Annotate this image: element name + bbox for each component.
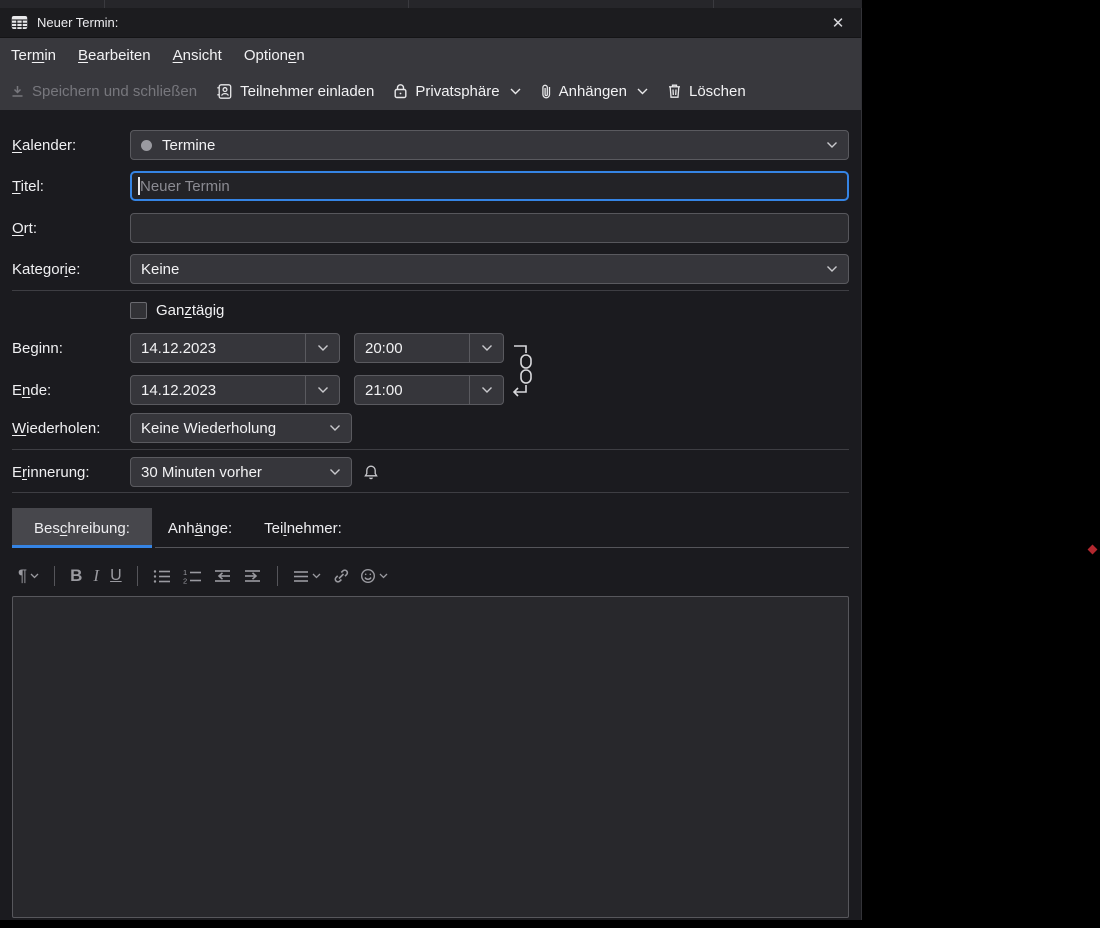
start-row: Beginn: 14.12.2023 20:00 — [12, 333, 849, 363]
outdent-icon[interactable] — [213, 569, 232, 583]
menu-optionen[interactable]: Optionen — [233, 38, 316, 72]
tab-baseline — [155, 547, 849, 548]
calendar-select[interactable]: Termine — [130, 130, 849, 160]
indent-icon[interactable] — [243, 569, 262, 583]
red-marker-dot — [1088, 545, 1098, 555]
category-label: Kategorie: — [12, 261, 130, 278]
background-tab-divider — [104, 0, 105, 8]
delete-button[interactable]: Löschen — [667, 83, 746, 100]
attach-button[interactable]: Anhängen — [540, 83, 648, 100]
location-input[interactable] — [130, 213, 849, 243]
paperclip-icon — [540, 83, 552, 100]
save-close-button[interactable]: Speichern und schließen — [10, 83, 197, 100]
end-date-picker[interactable]: 14.12.2023 — [130, 375, 340, 405]
chevron-down-icon[interactable] — [305, 376, 339, 404]
chevron-down-icon[interactable] — [469, 376, 503, 404]
calendar-label: Kalender: — [12, 137, 130, 154]
formatting-toolbar: ¶ B I U 1 2 — [12, 559, 849, 593]
bell-icon — [364, 464, 378, 480]
paragraph-format-button[interactable]: ¶ — [18, 566, 39, 586]
close-icon[interactable]: ✕ — [827, 12, 849, 34]
align-button[interactable] — [293, 570, 321, 583]
reminder-label: Erinnerung: — [12, 464, 130, 481]
detail-tabs: Beschreibung: Anhänge: Teilnehmer: — [12, 508, 849, 548]
allday-label[interactable]: Ganztägig — [156, 302, 224, 319]
reminder-row: Erinnerung: 30 Minuten vorher — [12, 457, 849, 487]
calendar-color-dot — [141, 140, 152, 151]
calendar-row: Kalender: Termine — [12, 130, 849, 160]
chevron-down-icon — [826, 265, 838, 273]
chevron-down-icon[interactable] — [469, 334, 503, 362]
repeat-label: Wiederholen: — [12, 420, 130, 437]
trash-icon — [667, 83, 682, 99]
toolbar-separator — [277, 566, 278, 586]
title-input[interactable] — [130, 171, 849, 201]
chevron-down-icon[interactable] — [305, 334, 339, 362]
bullet-list-icon[interactable] — [153, 569, 172, 584]
category-select[interactable]: Keine — [130, 254, 849, 284]
divider — [12, 449, 849, 450]
location-row: Ort: — [12, 213, 849, 243]
chevron-down-icon — [329, 468, 341, 476]
tab-beschreibung[interactable]: Beschreibung: — [12, 508, 152, 548]
repeat-select[interactable]: Keine Wiederholung — [130, 413, 352, 443]
reminder-select[interactable]: 30 Minuten vorher — [130, 457, 352, 487]
title-row: Titel: — [12, 171, 849, 201]
event-form: Kalender: Termine Titel: Ort: Kategorie: — [0, 130, 861, 918]
divider — [12, 492, 849, 493]
lock-icon — [393, 83, 408, 99]
svg-text:2: 2 — [183, 576, 187, 584]
repeat-row: Wiederholen: Keine Wiederholung — [12, 413, 849, 443]
insert-link-icon[interactable] — [332, 569, 349, 584]
menu-ansicht[interactable]: Ansicht — [162, 38, 233, 72]
toolbar-separator — [137, 566, 138, 586]
privacy-button[interactable]: Privatsphäre — [393, 83, 520, 100]
end-label: Ende: — [12, 382, 130, 399]
end-time-picker[interactable]: 21:00 — [354, 375, 504, 405]
chevron-down-icon — [637, 88, 648, 95]
chevron-down-icon — [329, 424, 341, 432]
allday-row: Ganztägig — [12, 300, 849, 320]
chevron-down-icon — [826, 141, 838, 149]
text-caret — [138, 177, 140, 195]
save-icon — [10, 84, 25, 99]
background-tab-divider — [713, 0, 714, 8]
invite-attendees-button[interactable]: Teilnehmer einladen — [216, 83, 374, 100]
background-window-strip — [0, 0, 862, 8]
title-label: Titel: — [12, 178, 130, 195]
numbered-list-icon[interactable]: 1 2 — [183, 569, 202, 584]
link-start-end-icon[interactable] — [510, 333, 536, 405]
chevron-down-icon — [510, 88, 521, 95]
location-label: Ort: — [12, 220, 130, 237]
toolbar-separator — [54, 566, 55, 586]
description-editor[interactable] — [12, 596, 849, 918]
calendar-icon — [11, 15, 28, 30]
datetime-block: Beginn: 14.12.2023 20:00 Ende: 14 — [12, 333, 849, 405]
start-label: Beginn: — [12, 340, 130, 357]
tab-anhaenge[interactable]: Anhänge: — [152, 508, 248, 548]
new-event-dialog: Neuer Termin: ✕ Termin Bearbeiten Ansich… — [0, 8, 862, 920]
background-tab-divider — [408, 0, 409, 8]
bold-button[interactable]: B — [70, 566, 82, 586]
menu-bearbeiten[interactable]: Bearbeiten — [67, 38, 162, 72]
title-bar: Neuer Termin: ✕ — [0, 8, 861, 38]
start-date-picker[interactable]: 14.12.2023 — [130, 333, 340, 363]
tab-teilnehmer[interactable]: Teilnehmer: — [248, 508, 358, 548]
address-book-icon — [216, 83, 233, 100]
window-title: Neuer Termin: — [37, 15, 118, 30]
underline-button[interactable]: U — [110, 567, 122, 585]
divider — [12, 290, 849, 291]
insert-smiley-button[interactable] — [360, 568, 388, 584]
italic-button[interactable]: I — [93, 566, 99, 586]
menu-bar: Termin Bearbeiten Ansicht Optionen — [0, 38, 861, 72]
allday-checkbox[interactable] — [130, 302, 147, 319]
menu-termin[interactable]: Termin — [0, 38, 67, 72]
end-row: Ende: 14.12.2023 21:00 — [12, 375, 849, 405]
start-time-picker[interactable]: 20:00 — [354, 333, 504, 363]
event-toolbar: Speichern und schließen Teilnehmer einla… — [0, 72, 861, 110]
category-row: Kategorie: Keine — [12, 254, 849, 284]
